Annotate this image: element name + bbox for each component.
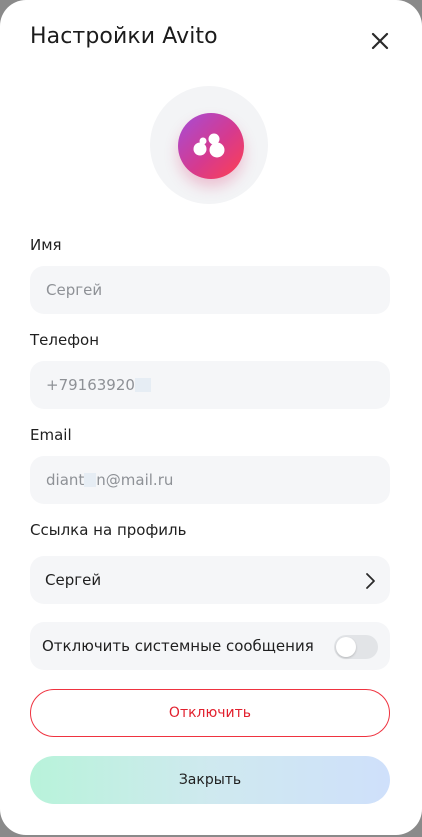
phone-label: Телефон: [30, 331, 100, 349]
email-value-start: diant: [46, 471, 85, 489]
email-field[interactable]: diant n@mail.ru: [30, 456, 390, 504]
chevron-right-icon: [364, 572, 376, 594]
profile-link-row[interactable]: Сергей: [30, 556, 390, 604]
system-messages-label: Отключить системные сообщения: [42, 637, 314, 655]
disconnect-button-label: Отключить: [168, 705, 252, 721]
system-messages-row: Отключить системные сообщения: [30, 622, 390, 670]
toggle-knob: [336, 637, 356, 657]
phone-value: +79163920: [46, 376, 135, 394]
profile-link-label: Ссылка на профиль: [30, 521, 187, 539]
avatar: [150, 86, 268, 204]
disconnect-button[interactable]: Отключить: [30, 689, 390, 737]
close-button[interactable]: Закрыть: [30, 756, 390, 804]
name-field[interactable]: Сергей: [30, 266, 390, 314]
close-button-label: Закрыть: [178, 772, 242, 788]
redacted-block: [134, 378, 151, 392]
modal-title: Настройки Avito: [30, 24, 218, 49]
close-icon[interactable]: [368, 29, 392, 53]
name-value: Сергей: [46, 281, 103, 299]
profile-link-value: Сергей: [45, 571, 102, 589]
email-label: Email: [30, 426, 72, 444]
redacted-block: [84, 473, 97, 487]
email-value-end: n@mail.ru: [96, 471, 174, 489]
avito-logo-icon: [178, 113, 244, 179]
settings-modal: Настройки Avito Имя Сергей Телефон +7916…: [0, 0, 422, 835]
phone-field[interactable]: +79163920: [30, 361, 390, 409]
system-messages-toggle[interactable]: [334, 635, 378, 659]
name-label: Имя: [30, 236, 62, 254]
